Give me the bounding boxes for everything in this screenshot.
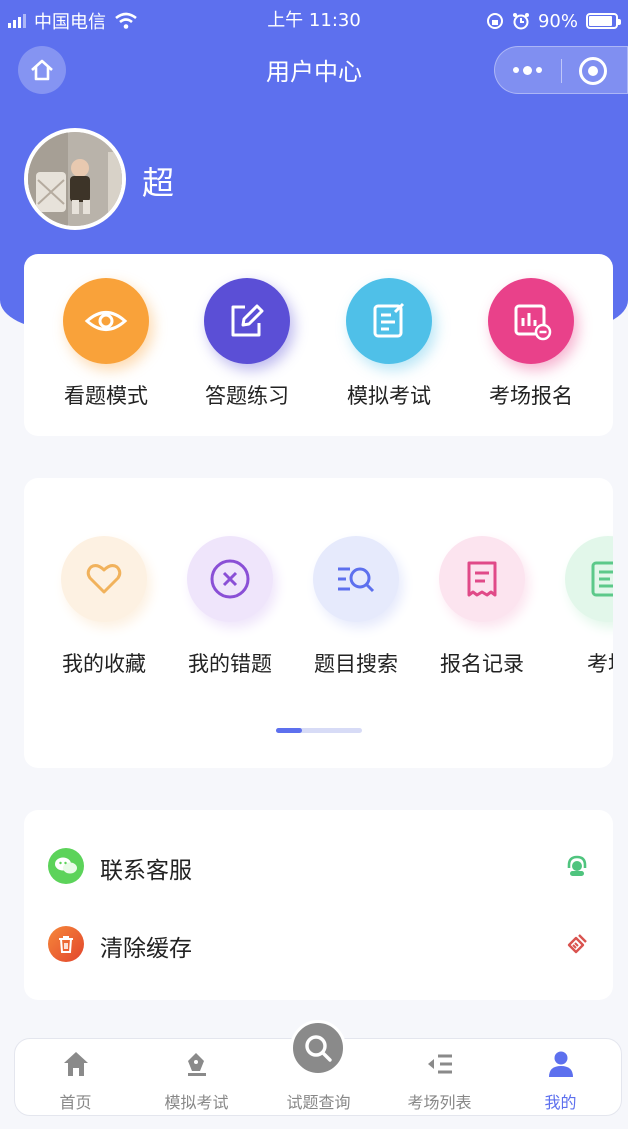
main-actions-card: 看题模式 答题练习 模拟考试 考场报名: [24, 254, 613, 436]
headset-icon: [567, 855, 587, 876]
tab-home[interactable]: 首页: [15, 1039, 136, 1117]
tool-label: 我的错题: [188, 652, 272, 676]
status-right: 90%: [486, 8, 621, 34]
battery-level: [589, 16, 613, 26]
document-icon: [565, 536, 613, 622]
tool-label: 考场: [587, 652, 613, 676]
menu-label: 联系客服: [100, 858, 192, 884]
tab-exam-room-list[interactable]: 考场列表: [379, 1039, 500, 1117]
menu-contact-service[interactable]: 联系客服: [24, 827, 613, 905]
tools-scroll-thumb: [276, 728, 302, 733]
menu-clear-cache[interactable]: 清除缓存: [24, 905, 613, 983]
action-view-mode[interactable]: 看题模式: [36, 278, 176, 410]
exam-note-icon: [346, 278, 432, 364]
status-bar: 中国电信 上午 11:30 90%: [0, 8, 628, 34]
tool-label: 我的收藏: [62, 652, 146, 676]
action-exam-signup[interactable]: 考场报名: [461, 278, 601, 410]
target-icon[interactable]: [579, 57, 607, 85]
capsule-divider: [561, 59, 562, 83]
avatar-photo: [28, 132, 122, 226]
list-tab-icon: [428, 1054, 452, 1074]
tool-question-search[interactable]: 题目搜索: [293, 536, 419, 678]
edit-icon: [204, 278, 290, 364]
tools-card[interactable]: 我的收藏 我的错题 题目搜索 报名记录 考场: [24, 478, 613, 768]
action-label: 考场报名: [489, 384, 573, 408]
tool-label: 题目搜索: [314, 652, 398, 676]
more-dots-icon[interactable]: [513, 65, 542, 75]
tool-label: 报名记录: [440, 652, 524, 676]
eye-icon: [63, 278, 149, 364]
close-circle-icon: [187, 536, 273, 622]
menu-card: 联系客服 清除缓存: [24, 810, 613, 1000]
tool-favorites[interactable]: 我的收藏: [41, 536, 167, 678]
list-search-icon: [313, 536, 399, 622]
chart-board-icon: [488, 278, 574, 364]
heart-icon: [61, 536, 147, 622]
menu-label: 清除缓存: [100, 936, 192, 962]
tool-exam-room[interactable]: 考场: [545, 536, 613, 678]
tab-label: 模拟考试: [164, 1093, 229, 1112]
trash-icon: [48, 926, 84, 962]
avatar[interactable]: [24, 128, 126, 230]
action-label: 看题模式: [64, 384, 148, 408]
search-tab-icon[interactable]: [290, 1020, 346, 1076]
pen-tab-icon: [188, 1053, 206, 1076]
receipt-icon: [439, 536, 525, 622]
tab-mine[interactable]: 我的: [500, 1039, 621, 1117]
battery-percent: 90%: [537, 10, 578, 32]
user-tab-icon: [549, 1051, 573, 1077]
tab-label: 我的: [544, 1093, 577, 1112]
battery-icon: [586, 13, 621, 29]
action-label: 答题练习: [205, 384, 289, 408]
tab-mock-exam[interactable]: 模拟考试: [136, 1039, 257, 1117]
rotation-lock-icon: [486, 13, 503, 29]
home-tab-icon: [64, 1052, 88, 1076]
tool-signup-records[interactable]: 报名记录: [419, 536, 545, 678]
action-mock-exam[interactable]: 模拟考试: [319, 278, 459, 410]
tab-label: 试题查询: [286, 1093, 351, 1112]
wechat-icon: [48, 848, 84, 884]
action-label: 模拟考试: [347, 384, 431, 408]
mini-program-capsule: [494, 46, 628, 94]
alarm-icon: [512, 13, 529, 30]
broom-icon: [567, 934, 587, 954]
tools-scroll-indicator: [276, 728, 362, 733]
tab-label: 首页: [59, 1093, 92, 1112]
action-practice[interactable]: 答题练习: [177, 278, 317, 410]
tab-label: 考场列表: [407, 1093, 472, 1112]
tool-wrong-answers[interactable]: 我的错题: [167, 536, 293, 678]
username: 超: [142, 164, 175, 202]
